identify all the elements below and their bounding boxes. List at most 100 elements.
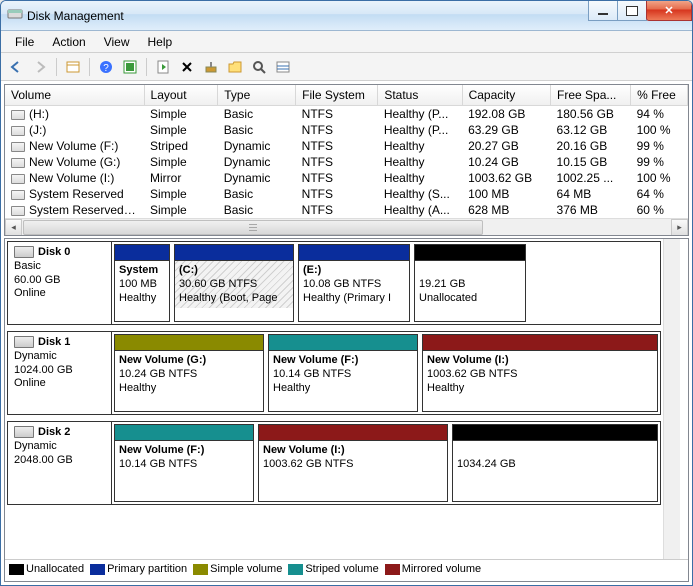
partition-status: Healthy (Primary I xyxy=(303,292,405,306)
menu-action[interactable]: Action xyxy=(44,33,93,51)
partition[interactable]: 1034.24 GB xyxy=(452,424,658,502)
partition-size: 1003.62 GB NTFS xyxy=(263,458,443,472)
partition-label: System xyxy=(119,264,165,278)
volume-icon xyxy=(11,190,25,200)
partition-group: New Volume (F:)10.14 GB NTFSNew Volume (… xyxy=(112,422,660,504)
disk-row[interactable]: Disk 1Dynamic1024.00 GBOnlineNew Volume … xyxy=(7,331,661,415)
partition[interactable]: New Volume (F:)10.14 GB NTFS xyxy=(114,424,254,502)
col-filesystem[interactable]: File System xyxy=(296,85,378,106)
svg-text:?: ? xyxy=(103,63,109,74)
table-row[interactable]: New Volume (I:)MirrorDynamicNTFSHealthy1… xyxy=(5,170,688,186)
window-title: Disk Management xyxy=(27,9,124,23)
vol-capacity: 63.29 GB xyxy=(462,122,550,138)
disk-map-list[interactable]: Disk 0Basic60.00 GBOnlineSystem100 MBHea… xyxy=(5,239,663,559)
vol-status: Healthy xyxy=(378,154,462,170)
partition[interactable]: New Volume (I:)1003.62 GB NTFSHealthy xyxy=(422,334,658,412)
volume-table[interactable]: Volume Layout Type File System Status Ca… xyxy=(5,85,688,218)
partition[interactable]: New Volume (I:)1003.62 GB NTFS xyxy=(258,424,448,502)
partition[interactable]: (E:)10.08 GB NTFSHealthy (Primary I xyxy=(298,244,410,322)
table-row[interactable]: (J:)SimpleBasicNTFSHealthy (P...63.29 GB… xyxy=(5,122,688,138)
partition-label: New Volume (F:) xyxy=(119,444,249,458)
menu-file[interactable]: File xyxy=(7,33,42,51)
vol-name: New Volume (F:) xyxy=(29,139,118,153)
partition-color-bar xyxy=(415,245,525,261)
partition[interactable]: New Volume (F:)10.14 GB NTFSHealthy xyxy=(268,334,418,412)
scroll-thumb[interactable] xyxy=(23,220,483,235)
disk-info: Disk 0Basic60.00 GBOnline xyxy=(8,242,112,324)
view-icon[interactable] xyxy=(119,56,141,78)
delete-icon[interactable] xyxy=(176,56,198,78)
table-row[interactable]: New Volume (G:)SimpleDynamicNTFSHealthy1… xyxy=(5,154,688,170)
vertical-scrollbar[interactable] xyxy=(663,239,680,559)
search-icon[interactable] xyxy=(248,56,270,78)
partition-status: Healthy xyxy=(119,382,259,396)
scroll-left-button[interactable]: ◂ xyxy=(5,219,22,236)
table-row[interactable]: System ReservedSimpleBasicNTFSHealthy (S… xyxy=(5,186,688,202)
back-button[interactable] xyxy=(5,56,27,78)
partition[interactable]: 19.21 GBUnallocated xyxy=(414,244,526,322)
partition[interactable]: New Volume (G:)10.24 GB NTFSHealthy xyxy=(114,334,264,412)
vol-type: Dynamic xyxy=(218,170,296,186)
properties-icon[interactable] xyxy=(62,56,84,78)
vol-capacity: 628 MB xyxy=(462,202,550,218)
partition-status: Healthy xyxy=(273,382,413,396)
vol-type: Dynamic xyxy=(218,154,296,170)
folder-open-icon[interactable] xyxy=(224,56,246,78)
vol-layout: Simple xyxy=(144,106,218,123)
partition-group: New Volume (G:)10.24 GB NTFSHealthyNew V… xyxy=(112,332,660,414)
disk-name: Disk 0 xyxy=(38,246,70,258)
col-pctfree[interactable]: % Free xyxy=(631,85,688,106)
partition-body: 1034.24 GB xyxy=(453,441,657,475)
volume-list-pane: Volume Layout Type File System Status Ca… xyxy=(4,84,689,236)
table-row[interactable]: New Volume (F:)StripedDynamicNTFSHealthy… xyxy=(5,138,688,154)
partition-color-bar xyxy=(115,425,253,441)
vol-free: 376 MB xyxy=(551,202,631,218)
col-capacity[interactable]: Capacity xyxy=(462,85,550,106)
partition-status: Unallocated xyxy=(419,292,521,306)
help-icon[interactable]: ? xyxy=(95,56,117,78)
menu-help[interactable]: Help xyxy=(140,33,181,51)
disk-size: 60.00 GB xyxy=(14,274,105,288)
scroll-right-button[interactable]: ▸ xyxy=(671,219,688,236)
table-row[interactable]: System Reserved (...SimpleBasicNTFSHealt… xyxy=(5,202,688,218)
refresh-icon[interactable] xyxy=(152,56,174,78)
col-layout[interactable]: Layout xyxy=(144,85,218,106)
vol-free: 10.15 GB xyxy=(551,154,631,170)
disk-row[interactable]: Disk 2Dynamic2048.00 GBNew Volume (F:)10… xyxy=(7,421,661,505)
settings-icon[interactable] xyxy=(200,56,222,78)
minimize-button[interactable] xyxy=(588,1,618,21)
vol-type: Dynamic xyxy=(218,138,296,154)
legend-item: Striped volume xyxy=(288,563,378,575)
disk-map-pane: Disk 0Basic60.00 GBOnlineSystem100 MBHea… xyxy=(4,238,689,582)
vol-layout: Simple xyxy=(144,202,218,218)
menu-view[interactable]: View xyxy=(96,33,138,51)
table-row[interactable]: (H:)SimpleBasicNTFSHealthy (P...192.08 G… xyxy=(5,106,688,123)
vol-status: Healthy (S... xyxy=(378,186,462,202)
forward-button[interactable] xyxy=(29,56,51,78)
vol-name: New Volume (G:) xyxy=(29,155,120,169)
partition-color-bar xyxy=(259,425,447,441)
titlebar[interactable]: Disk Management xyxy=(1,1,692,31)
col-status[interactable]: Status xyxy=(378,85,462,106)
vol-pct: 99 % xyxy=(631,138,688,154)
vol-free: 63.12 GB xyxy=(551,122,631,138)
legend: UnallocatedPrimary partitionSimple volum… xyxy=(5,559,688,578)
legend-label: Simple volume xyxy=(210,563,282,575)
col-volume[interactable]: Volume xyxy=(5,85,144,106)
partition[interactable]: System100 MBHealthy xyxy=(114,244,170,322)
horizontal-scrollbar[interactable]: ◂ ▸ xyxy=(5,218,688,235)
vol-status: Healthy (P... xyxy=(378,106,462,123)
partition-label: (C:) xyxy=(179,264,289,278)
disk-info: Disk 2Dynamic2048.00 GB xyxy=(8,422,112,504)
maximize-button[interactable] xyxy=(617,1,647,21)
partition-label: New Volume (F:) xyxy=(273,354,413,368)
volume-icon xyxy=(11,142,25,152)
legend-label: Mirrored volume xyxy=(402,563,481,575)
list-icon[interactable] xyxy=(272,56,294,78)
col-type[interactable]: Type xyxy=(218,85,296,106)
col-freespace[interactable]: Free Spa... xyxy=(551,85,631,106)
disk-icon xyxy=(14,336,34,348)
partition[interactable]: (C:)30.60 GB NTFSHealthy (Boot, Page xyxy=(174,244,294,322)
disk-row[interactable]: Disk 0Basic60.00 GBOnlineSystem100 MBHea… xyxy=(7,241,661,325)
close-button[interactable] xyxy=(646,1,692,21)
